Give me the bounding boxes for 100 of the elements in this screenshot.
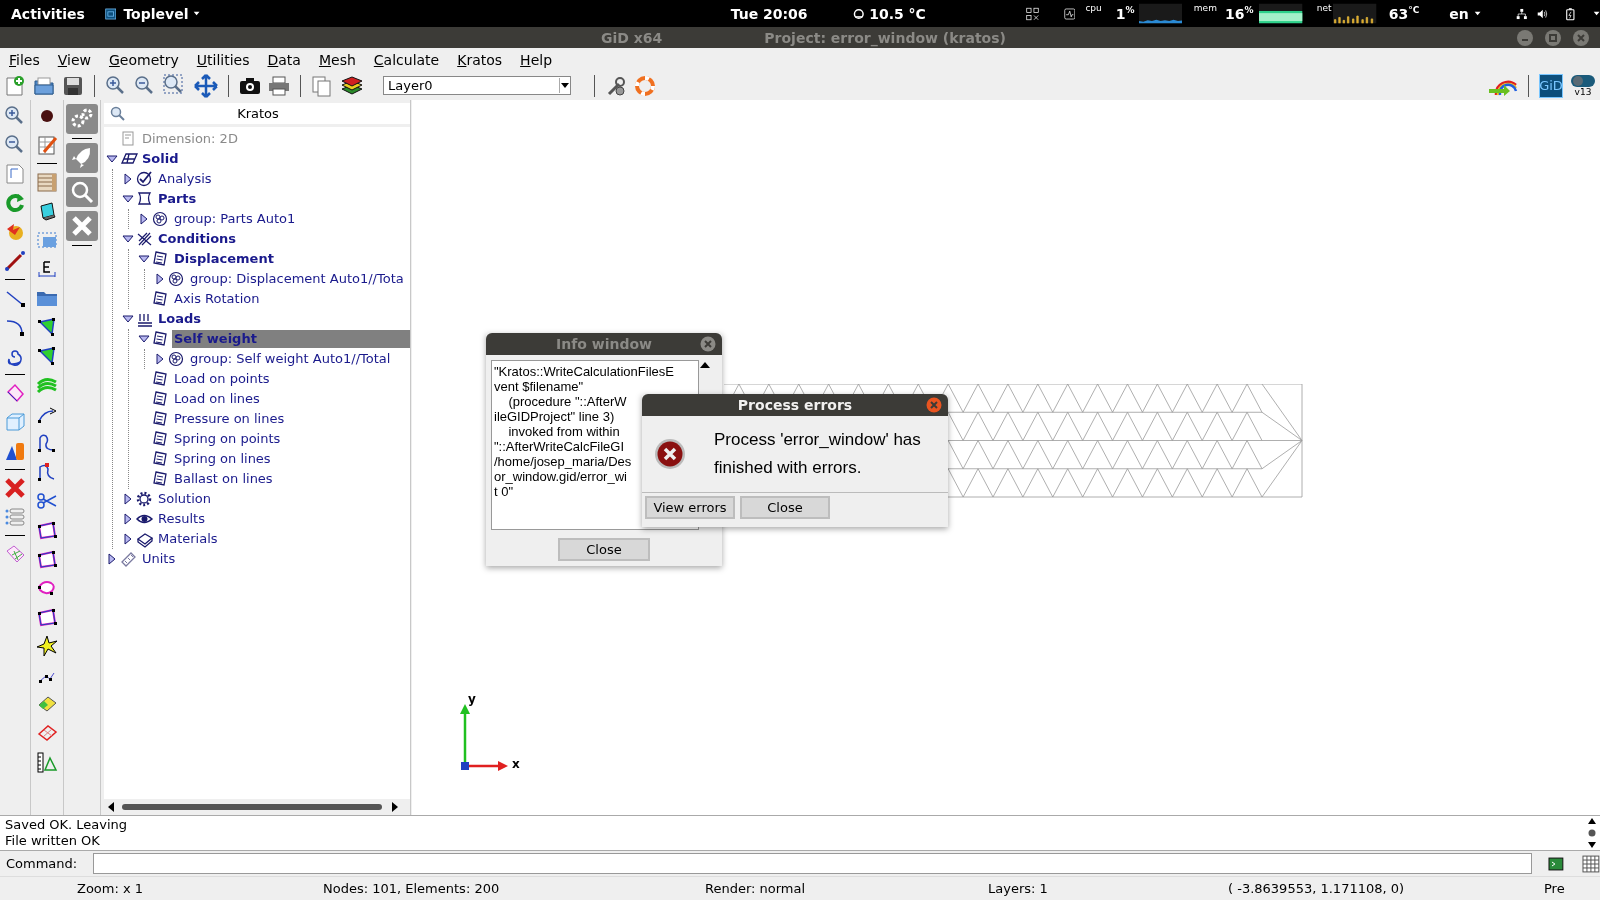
menu-item[interactable]: Kratos — [457, 51, 511, 68]
folder-icon[interactable] — [33, 74, 55, 97]
tree-item[interactable]: group: Self weight Auto1//Total — [188, 350, 410, 368]
tree-item[interactable]: Load on lines — [172, 390, 410, 408]
menu-item[interactable]: Help — [520, 51, 560, 68]
delete-icon[interactable] — [4, 477, 26, 499]
tree-item[interactable]: group: Parts Auto1 — [172, 210, 410, 228]
menu-item[interactable]: Utilities — [196, 51, 258, 68]
search-button[interactable] — [66, 177, 98, 207]
scissors-icon[interactable] — [36, 490, 58, 512]
caret-icon[interactable] — [193, 9, 201, 18]
weather-reading[interactable]: 10.5 °C — [869, 5, 926, 22]
maximize-button[interactable] — [1544, 28, 1562, 47]
tree-item[interactable]: Materials — [156, 530, 410, 548]
list-icon[interactable] — [4, 506, 26, 528]
tree-item[interactable]: Spring on lines — [172, 450, 410, 468]
activities-button[interactable]: Activities — [11, 5, 85, 22]
collapse-arrow-icon[interactable] — [106, 153, 118, 165]
view-errors-button[interactable]: View errors — [645, 496, 735, 519]
refresh-icon[interactable] — [4, 192, 26, 214]
scroll-up-icon[interactable] — [1587, 817, 1597, 825]
tree-item[interactable]: Conditions — [156, 230, 410, 248]
close-button[interactable] — [66, 211, 98, 241]
tree-item[interactable]: Solution — [156, 490, 410, 508]
tree-item[interactable]: Displacement — [172, 250, 410, 268]
clock[interactable]: Tue 20:06 — [730, 5, 808, 22]
quad-icon[interactable] — [36, 722, 58, 744]
app-menu[interactable]: Toplevel — [123, 5, 189, 22]
menu-item[interactable]: View — [57, 51, 99, 68]
tree-item[interactable]: Spring on points — [172, 430, 410, 448]
segment-icon[interactable] — [4, 250, 26, 272]
tree-item[interactable]: Loads — [156, 310, 410, 328]
collapse-arrow-icon[interactable] — [122, 233, 134, 245]
rocket-button[interactable] — [66, 143, 98, 173]
monitor-icon[interactable] — [1063, 5, 1076, 22]
expand-arrow-icon[interactable] — [154, 353, 166, 365]
tools-icon[interactable] — [605, 74, 627, 97]
close-button[interactable]: Close — [740, 496, 830, 519]
new-file-icon[interactable] — [4, 74, 26, 97]
scroll-thumb-icon[interactable] — [1587, 829, 1597, 837]
tree-item[interactable]: Solid — [140, 150, 410, 168]
toggle-icon[interactable] — [1570, 74, 1596, 88]
command-field[interactable] — [93, 853, 1533, 874]
menu-item[interactable]: Mesh — [318, 51, 364, 68]
expand-arrow-icon[interactable] — [106, 553, 118, 565]
ruler-triangle-icon[interactable] — [36, 751, 58, 773]
table-pencil-icon[interactable] — [36, 134, 58, 156]
close-button[interactable] — [700, 336, 716, 352]
caret-icon[interactable] — [1592, 9, 1600, 18]
collapse-arrow-icon[interactable] — [138, 253, 150, 265]
tree-item[interactable]: Pressure on lines — [172, 410, 410, 428]
copy-icon[interactable] — [311, 74, 333, 97]
close-button[interactable] — [1572, 28, 1590, 47]
layers-icon[interactable] — [340, 74, 364, 97]
collapse-arrow-icon[interactable] — [138, 333, 150, 345]
menu-item[interactable]: Files — [9, 51, 48, 68]
expand-arrow-icon[interactable] — [122, 513, 134, 525]
surface-icon[interactable] — [36, 519, 58, 541]
tree-item[interactable]: Units — [140, 550, 410, 568]
lifebuoy-icon[interactable] — [634, 74, 656, 97]
star-burst-icon[interactable] — [36, 635, 58, 657]
close-button[interactable]: Close — [558, 538, 650, 561]
collapse-arrow-icon[interactable] — [122, 193, 134, 205]
surface-icon[interactable] — [36, 548, 58, 570]
expand-arrow-icon[interactable] — [138, 213, 150, 225]
caret-icon[interactable] — [561, 82, 569, 89]
tree-item[interactable]: Parts — [156, 190, 410, 208]
expand-arrow-icon[interactable] — [122, 173, 134, 185]
tree-item[interactable]: Axis Rotation — [172, 290, 410, 308]
search-icon[interactable] — [110, 105, 126, 122]
menu-item[interactable]: Calculate — [373, 51, 448, 68]
expand-arrow-icon[interactable] — [122, 533, 134, 545]
curve-icon[interactable] — [36, 432, 58, 454]
tree-item[interactable]: Ballast on lines — [172, 470, 410, 488]
close-button[interactable] — [926, 397, 942, 413]
tree-item[interactable]: Load on points — [172, 370, 410, 388]
tree-item[interactable]: Results — [156, 510, 410, 528]
language-menu[interactable]: en — [1449, 5, 1469, 22]
filled-surface-icon[interactable] — [36, 316, 58, 338]
filled-surface-icon[interactable] — [36, 345, 58, 367]
horizontal-scrollbar[interactable] — [108, 801, 398, 813]
move-icon[interactable] — [194, 73, 218, 98]
menu-item[interactable]: Geometry — [108, 51, 187, 68]
printer-icon[interactable] — [268, 74, 290, 97]
scroll-up-icon[interactable] — [699, 360, 711, 370]
surface-icon[interactable] — [36, 606, 58, 628]
minimize-button[interactable] — [1516, 28, 1534, 47]
expand-arrow-icon[interactable] — [122, 493, 134, 505]
collapse-arrow-icon[interactable] — [122, 313, 134, 325]
dimension-icon[interactable] — [36, 258, 58, 280]
grid-icon[interactable] — [1582, 854, 1600, 873]
settings-button[interactable] — [66, 104, 98, 134]
tree-item[interactable]: Analysis — [156, 170, 410, 188]
caret-icon[interactable] — [1473, 9, 1482, 18]
expand-arrow-icon[interactable] — [154, 273, 166, 285]
tree-item[interactable]: group: Displacement Auto1//Tota — [188, 270, 410, 288]
save-icon[interactable] — [62, 74, 84, 97]
scroll-down-icon[interactable] — [1587, 841, 1597, 849]
gid-logo[interactable]: GiD — [1539, 73, 1563, 98]
shapes-icon[interactable] — [4, 440, 26, 462]
